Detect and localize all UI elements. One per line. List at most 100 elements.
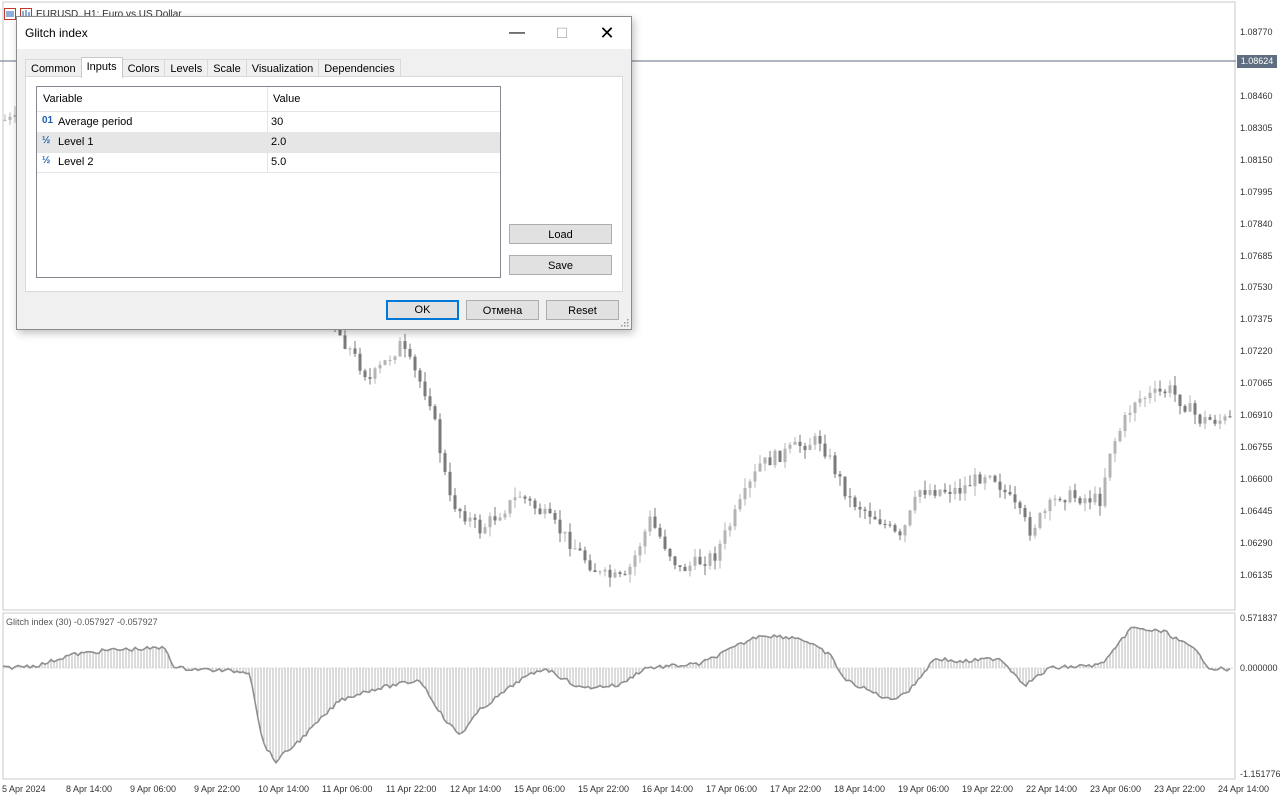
cancel-button[interactable]: Отмена — [466, 300, 539, 320]
variable-name: Level 1 — [58, 136, 94, 148]
candle-body — [1123, 414, 1127, 431]
candle-body — [1228, 416, 1232, 418]
candle-body — [873, 516, 877, 520]
load-button[interactable]: Load — [509, 224, 612, 244]
reset-button[interactable]: Reset — [546, 300, 619, 320]
variable-value[interactable]: 2.0 — [271, 136, 286, 148]
candle-body — [418, 370, 422, 382]
candle-body — [1128, 412, 1132, 415]
column-header-variable[interactable]: Variable — [43, 93, 83, 105]
candle-body — [998, 481, 1002, 490]
candle-body — [513, 497, 517, 501]
candle-body — [723, 530, 727, 544]
candle-body — [733, 509, 737, 527]
chart-menu-icon[interactable] — [4, 8, 16, 20]
candle-body — [633, 555, 637, 567]
time-tick-label: 16 Apr 14:00 — [642, 784, 694, 794]
candle-body — [918, 490, 922, 497]
price-tick-label: 1.07995 — [1240, 186, 1273, 197]
candle-body — [438, 419, 442, 454]
variable-value[interactable]: 30 — [271, 116, 283, 128]
candle-body — [493, 516, 497, 521]
candle-body — [693, 556, 697, 566]
candle-body — [338, 329, 342, 336]
table-row[interactable]: ½ Level 2 5.0 — [37, 152, 500, 173]
candle-body — [558, 519, 562, 534]
time-tick-label: 18 Apr 14:00 — [834, 784, 886, 794]
candle-body — [1053, 498, 1057, 500]
candle-body — [658, 527, 662, 537]
price-tick-label: 1.06600 — [1240, 473, 1273, 484]
time-tick-label: 8 Apr 14:00 — [66, 784, 113, 794]
candle-body — [393, 356, 397, 361]
candle-body — [1183, 406, 1187, 412]
candle-body — [1198, 414, 1202, 424]
candle-body — [518, 496, 522, 498]
candle-body — [1148, 392, 1152, 399]
maximize-icon[interactable]: ☐ — [539, 17, 585, 49]
candle-body — [423, 381, 427, 397]
candle-body — [643, 531, 647, 547]
dialog-titlebar[interactable]: Glitch index — ☐ ✕ — [17, 17, 631, 49]
time-tick-label: 23 Apr 22:00 — [1154, 784, 1206, 794]
candle-body — [788, 444, 792, 449]
candle-body — [1108, 453, 1112, 478]
candle-body — [1193, 403, 1197, 415]
candle-body — [908, 510, 912, 526]
variable-value[interactable]: 5.0 — [271, 156, 286, 168]
candle-body — [883, 524, 887, 526]
candle-body — [453, 495, 457, 510]
variable-name: Level 2 — [58, 156, 94, 168]
double-type-icon: ½ — [42, 135, 51, 146]
ok-button[interactable]: OK — [386, 300, 459, 320]
candle-body — [748, 481, 752, 489]
candle-body — [768, 457, 772, 466]
time-tick-label: 11 Apr 22:00 — [386, 784, 437, 794]
candle-body — [443, 453, 447, 472]
price-tick-label: 1.06135 — [1240, 569, 1273, 580]
inputs-panel: Variable Value 01 Average period 30 ½ Le… — [25, 76, 623, 292]
candle-body — [603, 569, 607, 572]
save-button[interactable]: Save — [509, 255, 612, 275]
tab-inputs[interactable]: Inputs — [80, 57, 123, 78]
candle-body — [1088, 498, 1092, 503]
column-header-value[interactable]: Value — [273, 93, 300, 105]
candle-body — [573, 548, 577, 550]
candle-body — [598, 571, 602, 573]
current-price-tag: 1.08624 — [1237, 55, 1277, 68]
candle-body — [1013, 494, 1017, 503]
close-icon[interactable]: ✕ — [584, 17, 630, 49]
candle-body — [413, 356, 417, 371]
time-tick-label: 17 Apr 06:00 — [706, 784, 758, 794]
candle-body — [933, 490, 937, 496]
candle-body — [793, 441, 797, 445]
candle-body — [738, 499, 742, 510]
candle-body — [1093, 493, 1097, 503]
candle-body — [398, 341, 402, 357]
table-row[interactable]: ½ Level 1 2.0 — [37, 132, 500, 153]
candle-body — [1143, 398, 1147, 400]
table-row[interactable]: 01 Average period 30 — [37, 112, 500, 133]
candle-body — [343, 335, 347, 349]
candle-body — [1213, 419, 1217, 424]
time-tick-label: 23 Apr 06:00 — [1090, 784, 1142, 794]
candle-body — [993, 475, 997, 482]
candle-body — [498, 517, 502, 521]
candle-body — [758, 463, 762, 472]
candle-body — [703, 564, 707, 566]
candle-body — [373, 368, 377, 379]
candle-body — [1003, 489, 1007, 493]
price-tick-label: 1.07840 — [1240, 218, 1273, 229]
inputs-grid[interactable]: Variable Value 01 Average period 30 ½ Le… — [36, 86, 501, 278]
candle-body — [1118, 430, 1122, 442]
time-tick-label: 9 Apr 22:00 — [194, 784, 241, 794]
candle-body — [668, 548, 672, 557]
candle-body — [833, 455, 837, 475]
candle-body — [743, 488, 747, 500]
resize-grip-icon[interactable] — [621, 319, 629, 327]
candle-body — [948, 491, 952, 495]
candle-body — [843, 476, 847, 497]
minimize-icon[interactable]: — — [494, 17, 540, 49]
dialog-tabs: Common Inputs Colors Levels Scale Visual… — [25, 57, 401, 78]
dialog-title: Glitch index — [25, 26, 88, 40]
